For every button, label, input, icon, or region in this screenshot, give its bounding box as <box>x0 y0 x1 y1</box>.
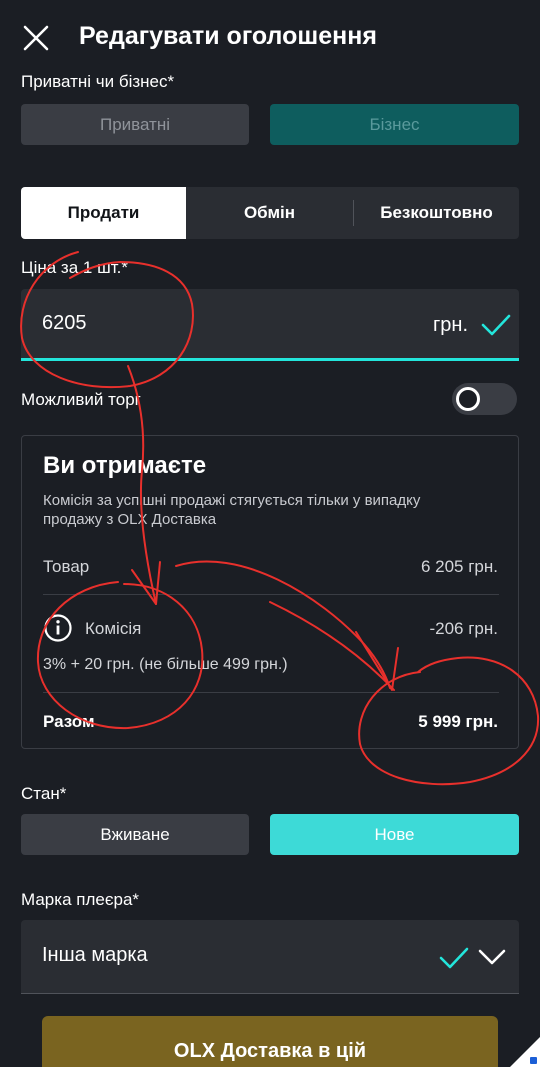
brand-select[interactable]: Інша марка <box>21 920 519 994</box>
tab-exchange[interactable]: Обмін <box>186 187 353 239</box>
edit-ad-screen: Редагувати оголошення Приватні чи бізнес… <box>0 0 540 1067</box>
header: Редагувати оголошення <box>0 0 540 76</box>
toggle-knob <box>456 387 480 411</box>
tab-free[interactable]: Безкоштовно <box>354 187 519 239</box>
fee-formula: 3% + 20 грн. (не більше 499 грн.) <box>43 656 288 673</box>
total-value: 5 999 грн. <box>418 712 498 731</box>
chevron-down-icon[interactable] <box>477 946 507 968</box>
brand-label: Марка плеєра* <box>21 890 140 909</box>
item-label: Товар <box>43 557 90 576</box>
price-input[interactable]: 6205 грн. <box>21 289 519 361</box>
corner-badge-icon <box>510 1037 540 1067</box>
info-icon[interactable] <box>43 613 73 643</box>
business-option-button[interactable]: Бізнес <box>270 104 519 145</box>
tab-sell[interactable]: Продати <box>21 187 186 239</box>
fee-value: -206 грн. <box>429 619 498 638</box>
item-value: 6 205 грн. <box>420 557 498 576</box>
page-title: Редагувати оголошення <box>79 22 377 50</box>
check-icon <box>439 947 469 969</box>
olx-delivery-button[interactable]: OLX Доставка в цій <box>42 1016 498 1067</box>
private-option-button[interactable]: Приватні <box>21 104 249 145</box>
fee-label: Комісія <box>85 619 142 638</box>
price-label: Ціна за 1 шт.* <box>21 258 128 277</box>
price-unit: грн. <box>433 314 469 336</box>
brand-value: Інша марка <box>42 944 148 966</box>
summary-title: Ви отримаєте <box>43 452 207 479</box>
divider <box>43 692 499 693</box>
close-icon[interactable] <box>22 24 50 52</box>
deal-type-tabs: Продати Обмін Безкоштовно <box>21 187 519 239</box>
divider <box>43 594 499 595</box>
negotiable-toggle[interactable] <box>452 383 517 415</box>
new-option-button[interactable]: Нове <box>270 814 519 855</box>
condition-label: Стан* <box>21 784 67 803</box>
seller-type-label: Приватні чи бізнес* <box>21 72 175 91</box>
earnings-summary-card: Ви отримаєте Комісія за успішні продажі … <box>21 435 519 749</box>
total-label: Разом <box>43 712 95 731</box>
used-option-button[interactable]: Вживане <box>21 814 249 855</box>
check-icon <box>481 314 511 336</box>
price-value[interactable]: 6205 <box>42 312 87 335</box>
commission-note: Комісія за успішні продажі стягується ті… <box>43 492 421 528</box>
negotiable-label: Можливий торг <box>21 390 141 409</box>
